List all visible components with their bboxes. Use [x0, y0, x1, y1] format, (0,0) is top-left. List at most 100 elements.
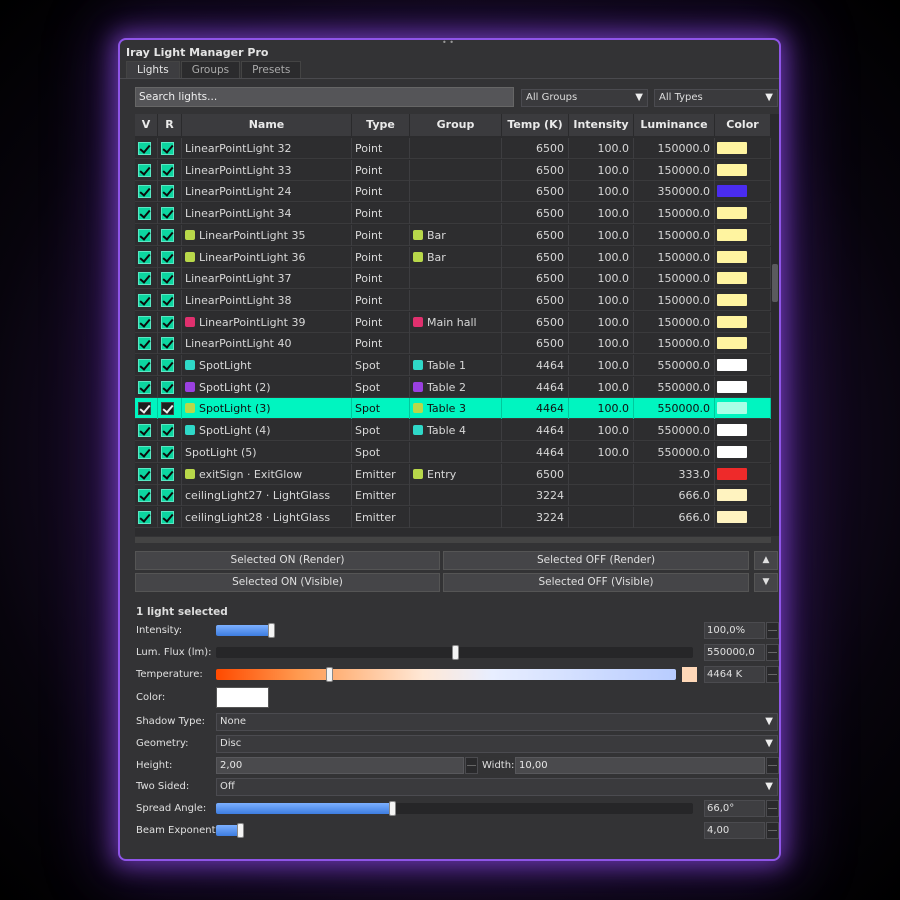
group-filter-dropdown[interactable]: All Groups ▼ — [521, 89, 648, 107]
selected-on-visible-button[interactable]: Selected ON (Visible) — [135, 573, 440, 592]
render-checkbox[interactable] — [161, 402, 174, 416]
column-header-luminance[interactable]: Luminance — [634, 114, 715, 136]
table-row[interactable]: LinearPointLight 36 Point Bar 6500 100.0 1500… — [135, 246, 771, 268]
render-checkbox[interactable] — [161, 445, 174, 459]
column-header-temp[interactable]: Temp (K) — [502, 114, 569, 136]
visible-checkbox[interactable] — [138, 315, 151, 329]
geometry-dropdown[interactable]: Disc ▼ — [216, 735, 778, 753]
flux-spinner[interactable] — [766, 644, 779, 661]
light-color-swatch[interactable] — [717, 293, 747, 306]
visible-checkbox[interactable] — [138, 337, 151, 351]
flux-value[interactable]: 550000,0 — [704, 644, 765, 661]
spread-angle-spinner[interactable] — [766, 800, 779, 817]
beam-exponent-slider[interactable] — [216, 823, 693, 838]
light-color-swatch[interactable] — [717, 185, 747, 198]
column-header-type[interactable]: Type — [352, 114, 410, 136]
flux-slider[interactable] — [216, 645, 693, 660]
render-checkbox[interactable] — [161, 359, 174, 372]
color-picker-swatch[interactable] — [216, 687, 269, 708]
render-checkbox[interactable] — [161, 163, 174, 177]
render-checkbox[interactable] — [161, 467, 174, 481]
temperature-slider-handle[interactable] — [326, 667, 333, 682]
render-checkbox[interactable] — [161, 510, 174, 524]
beam-exponent-spinner[interactable] — [766, 822, 779, 839]
table-row[interactable]: LinearPointLight 24 Point 6500 100.0 350000.… — [135, 181, 771, 203]
table-row[interactable]: SpotLight (2) Spot Table 2 4464 100.0 550000.… — [135, 376, 771, 398]
light-color-swatch[interactable] — [717, 510, 747, 523]
intensity-slider[interactable] — [216, 623, 275, 638]
render-checkbox[interactable] — [161, 228, 174, 242]
column-header-intensity[interactable]: Intensity — [569, 114, 634, 136]
visible-checkbox[interactable] — [138, 489, 151, 503]
spread-angle-slider[interactable] — [216, 801, 693, 816]
table-row[interactable]: ceilingLight28 · LightGlass Emitter 3224 66… — [135, 506, 771, 528]
light-color-swatch[interactable] — [717, 337, 747, 350]
temperature-spinner[interactable] — [766, 666, 779, 683]
light-color-swatch[interactable] — [717, 207, 747, 220]
table-row[interactable]: LinearPointLight 32 Point 6500 100.0 150000.… — [135, 138, 771, 159]
shadow-type-dropdown[interactable]: None ▼ — [216, 713, 778, 731]
light-color-swatch[interactable] — [717, 142, 747, 154]
table-row-selected[interactable]: SpotLight (3) Spot Table 3 4464 100.0 550000.… — [135, 398, 771, 420]
light-color-swatch[interactable] — [717, 359, 747, 371]
visible-checkbox[interactable] — [138, 293, 151, 307]
light-color-swatch[interactable] — [717, 467, 747, 480]
render-checkbox[interactable] — [161, 315, 174, 329]
render-checkbox[interactable] — [161, 337, 174, 351]
light-color-swatch[interactable] — [717, 424, 747, 437]
light-color-swatch[interactable] — [717, 228, 747, 241]
type-filter-dropdown[interactable]: All Types ▼ — [654, 89, 778, 107]
render-checkbox[interactable] — [161, 250, 174, 264]
spread-angle-slider-handle[interactable] — [389, 801, 396, 816]
column-header-v[interactable]: V — [135, 114, 158, 136]
render-checkbox[interactable] — [161, 293, 174, 307]
render-checkbox[interactable] — [161, 272, 174, 286]
table-row[interactable]: ceilingLight27 · LightGlass Emitter 3224 66… — [135, 485, 771, 507]
table-row[interactable]: LinearPointLight 33 Point 6500 100.0 150000.… — [135, 159, 771, 181]
visible-checkbox[interactable] — [138, 228, 151, 242]
temperature-value[interactable]: 4464 K — [704, 666, 765, 683]
tab-groups[interactable]: Groups — [180, 61, 241, 79]
visible-checkbox[interactable] — [138, 402, 151, 416]
column-header-r[interactable]: R — [158, 114, 182, 136]
visible-checkbox[interactable] — [138, 207, 151, 221]
height-field[interactable]: 2,00 — [216, 757, 464, 774]
drag-grip-icon[interactable]: • • — [442, 40, 454, 47]
light-color-swatch[interactable] — [717, 489, 747, 502]
render-checkbox[interactable] — [161, 380, 174, 394]
table-row[interactable]: LinearPointLight 38 Point 6500 100.0 150000.… — [135, 289, 771, 311]
table-row[interactable]: SpotLight (5) Spot 4464 100.0 550000.0 — [135, 441, 771, 463]
intensity-value[interactable]: 100,0% — [704, 622, 765, 639]
visible-checkbox[interactable] — [138, 445, 151, 459]
selected-off-render-button[interactable]: Selected OFF (Render) — [443, 551, 749, 570]
visible-checkbox[interactable] — [138, 185, 151, 199]
height-spinner[interactable] — [465, 757, 478, 774]
table-row[interactable]: SpotLight (4) Spot Table 4 4464 100.0 550000.… — [135, 420, 771, 442]
visible-checkbox[interactable] — [138, 163, 151, 177]
table-row[interactable]: LinearPointLight 40 Point 6500 100.0 150000.… — [135, 333, 771, 355]
column-header-color[interactable]: Color — [715, 114, 771, 136]
light-color-swatch[interactable] — [717, 445, 747, 458]
table-row[interactable]: exitSign · ExitGlow Emitter Entry 6500 333.0 — [135, 463, 771, 485]
render-checkbox[interactable] — [161, 424, 174, 438]
column-header-group[interactable]: Group — [410, 114, 502, 136]
beam-exponent-value[interactable]: 4,00 — [704, 822, 765, 839]
light-color-swatch[interactable] — [717, 272, 747, 285]
table-row[interactable]: LinearPointLight 37 Point 6500 100.0 150000.… — [135, 268, 771, 290]
light-color-swatch[interactable] — [717, 163, 747, 176]
render-checkbox[interactable] — [161, 142, 174, 155]
table-horizontal-scrollbar[interactable] — [135, 537, 771, 543]
scrollbar-thumb[interactable] — [772, 264, 778, 302]
table-row[interactable]: LinearPointLight 39 Point Main hall 6500 100… — [135, 311, 771, 333]
two-sided-dropdown[interactable]: Off ▼ — [216, 778, 778, 796]
visible-checkbox[interactable] — [138, 510, 151, 524]
table-row[interactable]: LinearPointLight 34 Point 6500 100.0 150000.… — [135, 203, 771, 225]
tab-presets[interactable]: Presets — [241, 61, 302, 79]
light-color-swatch[interactable] — [717, 402, 747, 415]
visible-checkbox[interactable] — [138, 142, 151, 155]
table-row[interactable]: SpotLight Spot Table 1 4464 100.0 550000.0 — [135, 355, 771, 376]
move-up-icon[interactable]: ▲ — [754, 551, 778, 570]
render-checkbox[interactable] — [161, 185, 174, 199]
spread-angle-value[interactable]: 66,0° — [704, 800, 765, 817]
render-checkbox[interactable] — [161, 207, 174, 221]
